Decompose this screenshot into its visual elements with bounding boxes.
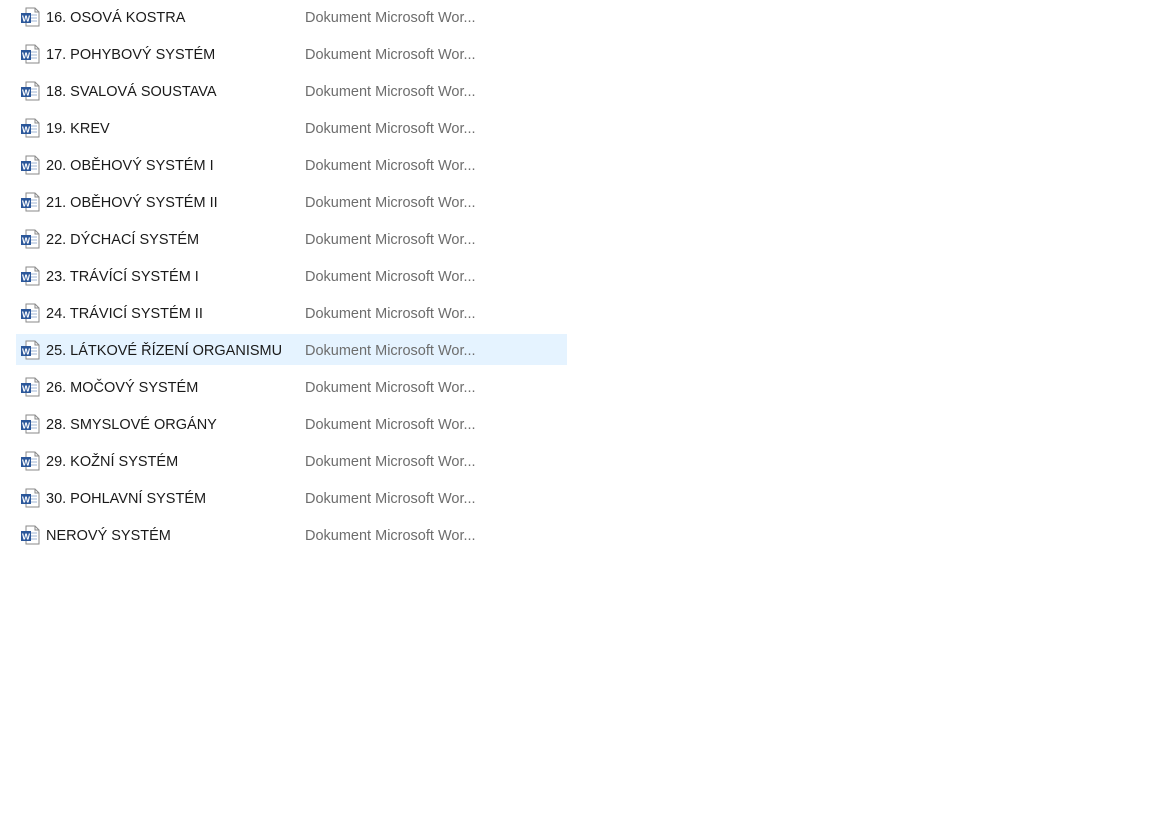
word-document-icon: W: [21, 414, 40, 434]
svg-text:W: W: [22, 14, 31, 24]
file-type: Dokument Microsoft Wor...: [305, 417, 476, 433]
file-type: Dokument Microsoft Wor...: [305, 84, 476, 100]
file-name: 29. KOŽNÍ SYSTÉM: [46, 454, 179, 470]
file-name: 22. DÝCHACÍ SYSTÉM: [46, 232, 200, 248]
file-name: 24. TRÁVICÍ SYSTÉM II: [46, 306, 203, 322]
file-row[interactable]: W 17. POHYBOVÝ SYSTÉM Dokument Microsoft…: [16, 38, 567, 69]
word-document-icon: W: [21, 81, 40, 101]
file-type: Dokument Microsoft Wor...: [305, 47, 476, 63]
file-type: Dokument Microsoft Wor...: [305, 232, 476, 248]
word-document-icon: W: [21, 44, 40, 64]
file-type: Dokument Microsoft Wor...: [305, 528, 476, 544]
file-row[interactable]: W 20. OBĚHOVÝ SYSTÉM I Dokument Microsof…: [16, 149, 567, 180]
file-row[interactable]: W 30. POHLAVNÍ SYSTÉM Dokument Microsoft…: [16, 482, 567, 513]
file-row[interactable]: W 23. TRÁVÍCÍ SYSTÉM I Dokument Microsof…: [16, 260, 567, 291]
file-row[interactable]: W 18. SVALOVÁ SOUSTAVA Dokument Microsof…: [16, 75, 567, 106]
file-name: 16. OSOVÁ KOSTRA: [46, 10, 186, 26]
svg-text:W: W: [22, 125, 31, 135]
file-name: 28. SMYSLOVÉ ORGÁNY: [46, 417, 217, 433]
file-row-selected[interactable]: W 25. LÁTKOVÉ ŘÍZENÍ ORGANISMU Dokument …: [16, 334, 567, 365]
word-document-icon: W: [21, 118, 40, 138]
file-list: W 16. OSOVÁ KOSTRA Dokument Microsoft Wo…: [16, 1, 567, 556]
file-type: Dokument Microsoft Wor...: [305, 454, 476, 470]
svg-text:W: W: [22, 162, 31, 172]
svg-text:W: W: [22, 88, 31, 98]
word-document-icon: W: [21, 340, 40, 360]
file-type: Dokument Microsoft Wor...: [305, 343, 476, 359]
file-type: Dokument Microsoft Wor...: [305, 306, 476, 322]
svg-text:W: W: [22, 310, 31, 320]
file-name: 19. KREV: [46, 121, 110, 137]
word-document-icon: W: [21, 303, 40, 323]
file-row[interactable]: W 26. MOČOVÝ SYSTÉM Dokument Microsoft W…: [16, 371, 567, 402]
svg-text:W: W: [22, 384, 31, 394]
file-row[interactable]: W 29. KOŽNÍ SYSTÉM Dokument Microsoft Wo…: [16, 445, 567, 476]
file-name: 21. OBĚHOVÝ SYSTÉM II: [46, 195, 218, 211]
file-type: Dokument Microsoft Wor...: [305, 380, 476, 396]
word-document-icon: W: [21, 488, 40, 508]
file-type: Dokument Microsoft Wor...: [305, 158, 476, 174]
file-row[interactable]: W 28. SMYSLOVÉ ORGÁNY Dokument Microsoft…: [16, 408, 567, 439]
word-document-icon: W: [21, 451, 40, 471]
word-document-icon: W: [21, 229, 40, 249]
svg-text:W: W: [22, 51, 31, 61]
file-name: 30. POHLAVNÍ SYSTÉM: [46, 491, 207, 507]
svg-text:W: W: [22, 347, 31, 357]
word-document-icon: W: [21, 525, 40, 545]
file-type: Dokument Microsoft Wor...: [305, 121, 476, 137]
file-type: Dokument Microsoft Wor...: [305, 10, 476, 26]
svg-text:W: W: [22, 532, 31, 542]
file-name: 26. MOČOVÝ SYSTÉM: [46, 380, 199, 396]
file-row[interactable]: W 16. OSOVÁ KOSTRA Dokument Microsoft Wo…: [16, 1, 567, 32]
word-document-icon: W: [21, 377, 40, 397]
file-name: 23. TRÁVÍCÍ SYSTÉM I: [46, 269, 199, 285]
word-document-icon: W: [21, 266, 40, 286]
file-row[interactable]: W 21. OBĚHOVÝ SYSTÉM II Dokument Microso…: [16, 186, 567, 217]
file-row[interactable]: W NEROVÝ SYSTÉM Dokument Microsoft Wor..…: [16, 519, 567, 550]
svg-text:W: W: [22, 495, 31, 505]
file-type: Dokument Microsoft Wor...: [305, 269, 476, 285]
file-name: 17. POHYBOVÝ SYSTÉM: [46, 47, 216, 63]
file-row[interactable]: W 24. TRÁVICÍ SYSTÉM II Dokument Microso…: [16, 297, 567, 328]
svg-text:W: W: [22, 458, 31, 468]
file-name: 25. LÁTKOVÉ ŘÍZENÍ ORGANISMU: [46, 343, 283, 359]
file-name: 18. SVALOVÁ SOUSTAVA: [46, 84, 217, 100]
file-row[interactable]: W 19. KREV Dokument Microsoft Wor...: [16, 112, 567, 143]
file-type: Dokument Microsoft Wor...: [305, 195, 476, 211]
word-document-icon: W: [21, 155, 40, 175]
file-row[interactable]: W 22. DÝCHACÍ SYSTÉM Dokument Microsoft …: [16, 223, 567, 254]
file-name: 20. OBĚHOVÝ SYSTÉM I: [46, 158, 214, 174]
word-document-icon: W: [21, 192, 40, 212]
file-name: NEROVÝ SYSTÉM: [46, 528, 171, 544]
file-type: Dokument Microsoft Wor...: [305, 491, 476, 507]
word-document-icon: W: [21, 7, 40, 27]
svg-text:W: W: [22, 236, 31, 246]
svg-text:W: W: [22, 421, 31, 431]
svg-text:W: W: [22, 199, 31, 209]
svg-text:W: W: [22, 273, 31, 283]
